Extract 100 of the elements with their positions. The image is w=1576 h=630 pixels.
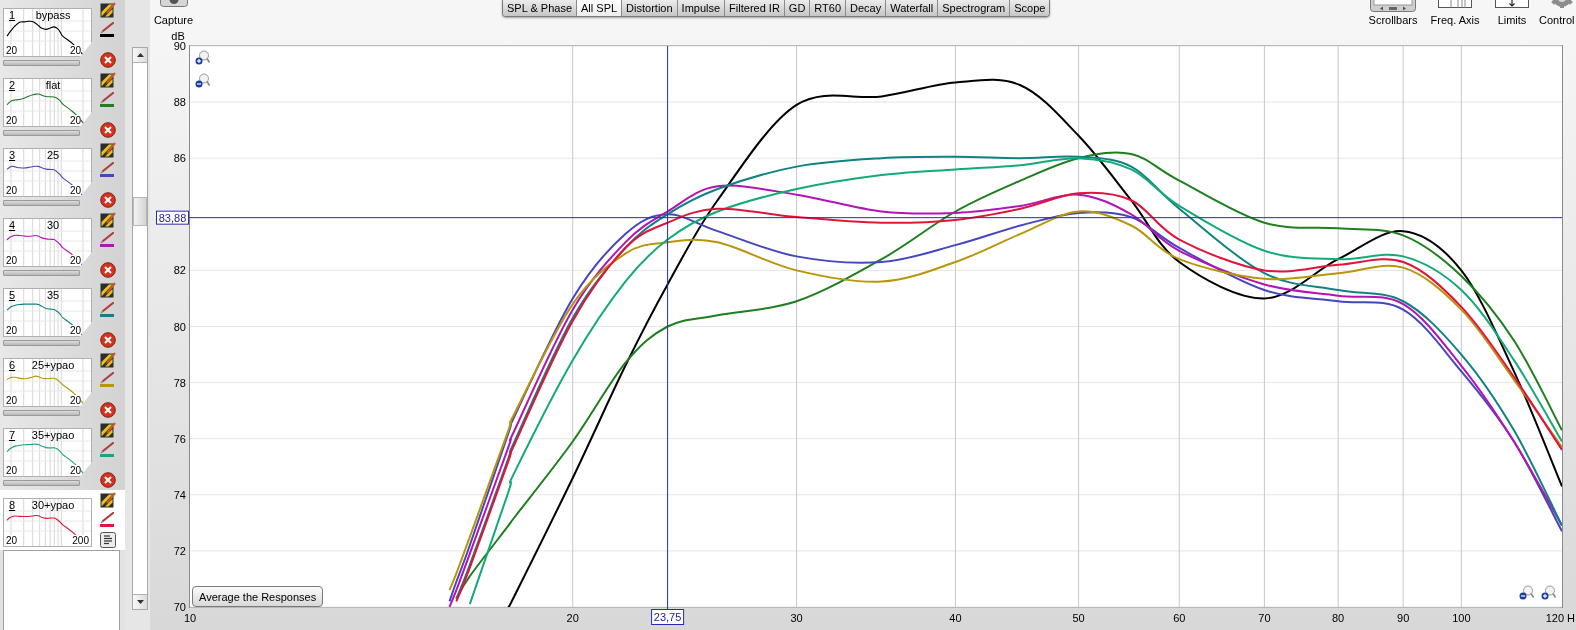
swatch-icon[interactable] — [100, 384, 114, 387]
pen-icon[interactable] — [100, 442, 114, 454]
axis-label: 20 — [69, 185, 81, 196]
pen-icon[interactable] — [100, 512, 114, 524]
measurement-number: 2 — [9, 79, 16, 92]
notes-field[interactable] — [3, 550, 120, 630]
zoom-out-icon[interactable] — [195, 73, 210, 88]
measurement-number: 8 — [9, 499, 16, 512]
measurement-name: 25+ypao — [31, 359, 75, 372]
pen-icon[interactable] — [100, 232, 114, 244]
swatch-icon[interactable] — [100, 174, 114, 177]
close-icon[interactable] — [100, 262, 116, 278]
y-axis-label: 88 — [173, 96, 186, 109]
caret-down-icon — [136, 600, 144, 604]
measurement-number: 4 — [9, 219, 16, 232]
swatch-icon[interactable] — [100, 524, 114, 527]
edit-icon[interactable] — [100, 422, 116, 438]
close-icon[interactable] — [100, 52, 116, 68]
document-icon[interactable] — [100, 532, 116, 548]
view-tab[interactable]: Scope — [1009, 0, 1050, 16]
measurement-card[interactable]: 2 flat 20 20 — [0, 70, 125, 140]
x-axis-label: 120 H — [1545, 612, 1575, 624]
swatch-icon[interactable] — [100, 104, 114, 107]
x-axis-label: 80 — [1332, 612, 1345, 624]
cursor-readout: 23,75 — [651, 609, 685, 625]
view-tab[interactable]: GD — [783, 0, 810, 16]
close-icon[interactable] — [100, 122, 116, 138]
edit-icon[interactable] — [100, 212, 116, 228]
x-axis-label: 100 — [1452, 612, 1471, 624]
measurement-card[interactable]: 7 35+ypao 20 20 — [0, 420, 125, 490]
measurement-number: 1 — [9, 9, 16, 22]
axis-label: 20 — [69, 465, 81, 476]
toolbar-button[interactable]: Control — [1539, 0, 1576, 27]
vertical-scrollbar[interactable] — [132, 47, 148, 610]
pen-icon[interactable] — [100, 302, 114, 314]
x-axis-label: 20 — [566, 612, 579, 624]
view-tab[interactable]: All SPL — [576, 0, 622, 16]
measurement-name: 25 — [46, 149, 60, 162]
x-axis-label: 90 — [1397, 612, 1410, 624]
edit-icon[interactable] — [100, 2, 116, 18]
measurement-card[interactable]: 6 25+ypao 20 20 — [0, 350, 125, 420]
pen-icon[interactable] — [100, 372, 114, 384]
y-axis-label: 78 — [173, 376, 186, 389]
measurement-card[interactable]: 4 30 20 20 — [0, 210, 125, 280]
zoom-in-icon[interactable] — [195, 50, 210, 65]
view-tab[interactable]: Spectrogram — [937, 0, 1010, 16]
measurement-card[interactable]: 1 bypass 20 20 — [0, 0, 125, 70]
pen-icon[interactable] — [100, 22, 114, 34]
y-axis-label: 76 — [173, 432, 186, 445]
toolbar-button[interactable]: Limits — [1489, 0, 1535, 27]
scroll-down-button[interactable] — [133, 594, 147, 609]
scroll-up-button[interactable] — [133, 48, 147, 63]
axis-label: 20 — [6, 115, 18, 126]
close-icon[interactable] — [100, 402, 116, 418]
edit-icon[interactable] — [100, 492, 116, 508]
measurement-name: 30 — [46, 219, 60, 232]
x-axis-label: 40 — [949, 612, 962, 624]
edit-icon[interactable] — [100, 282, 116, 298]
close-icon[interactable] — [100, 472, 116, 488]
zoom-out-icon[interactable] — [1519, 585, 1534, 600]
toolbar-button[interactable]: Freq. Axis — [1425, 0, 1485, 27]
measurement-card[interactable]: 5 35 20 20 — [0, 280, 125, 350]
edit-icon[interactable] — [100, 142, 116, 158]
zoom-in-icon[interactable] — [1541, 585, 1556, 600]
view-tab[interactable]: Distortion — [621, 0, 677, 16]
measurement-name: 35+ypao — [31, 429, 75, 442]
view-tab[interactable]: Waterfall — [885, 0, 938, 16]
measurement-name: 35 — [46, 289, 60, 302]
average-button[interactable]: Average the Responses — [192, 586, 324, 607]
swatch-icon[interactable] — [100, 314, 114, 317]
swatch-icon[interactable] — [100, 244, 114, 247]
camera-icon — [159, 0, 188, 7]
toolbar-button[interactable]: Scrollbars — [1365, 0, 1421, 27]
close-icon[interactable] — [100, 192, 116, 208]
capture-button[interactable]: Capture — [150, 0, 197, 26]
swatch-icon[interactable] — [100, 454, 114, 457]
y-axis-label: 80 — [173, 320, 186, 333]
swatch-icon[interactable] — [100, 34, 114, 37]
caret-up-icon — [136, 53, 144, 57]
edit-icon[interactable] — [100, 72, 116, 88]
view-tab[interactable]: Filtered IR — [724, 0, 784, 16]
scrollbar-thumb[interactable] — [133, 197, 147, 226]
x-axis-label: 50 — [1072, 612, 1085, 624]
view-tab[interactable]: Decay — [845, 0, 886, 16]
view-tab[interactable]: Impulse — [676, 0, 725, 16]
pen-icon[interactable] — [100, 92, 114, 104]
axis-label: 20 — [6, 45, 18, 56]
edit-icon[interactable] — [100, 352, 116, 368]
x-axis-label: 10 — [183, 612, 197, 624]
close-icon[interactable] — [100, 332, 116, 348]
view-tab[interactable]: RT60 — [809, 0, 846, 16]
view-tab[interactable]: SPL & Phase — [503, 0, 577, 16]
axis-label: 20 — [6, 395, 18, 406]
measurement-card[interactable]: 8 30+ypao 20 200 — [0, 490, 125, 550]
pen-icon[interactable] — [100, 162, 114, 174]
axis-label: 20 — [6, 185, 18, 196]
axis-label: 20 — [6, 325, 18, 336]
measurement-card[interactable]: 3 25 20 20 — [0, 140, 125, 210]
x-axis-label: 70 — [1258, 612, 1271, 624]
gear-icon — [1550, 0, 1574, 8]
